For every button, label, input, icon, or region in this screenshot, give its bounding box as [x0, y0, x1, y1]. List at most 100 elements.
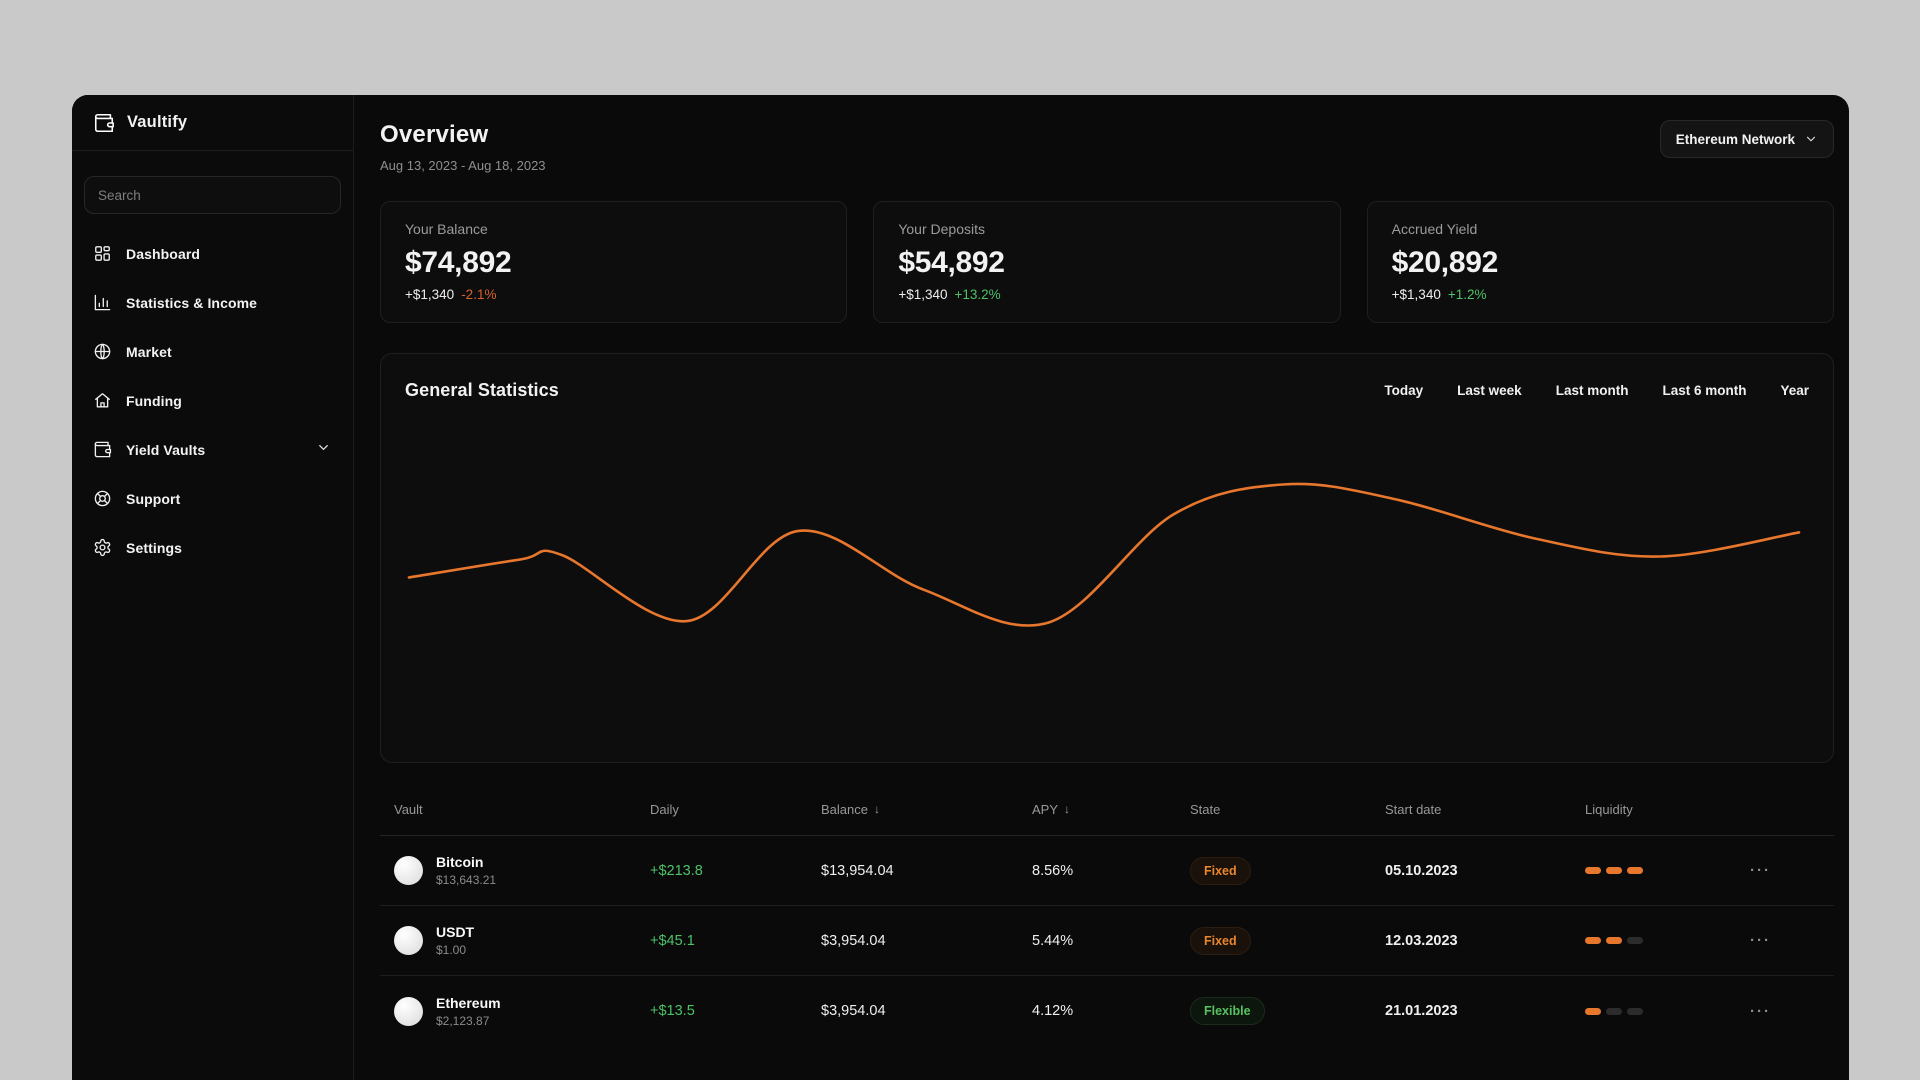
stat-value: $20,892: [1391, 246, 1499, 279]
stat-delta: +$1,340: [405, 287, 455, 302]
apy-value: 8.56%: [1032, 862, 1074, 879]
stat-label: Accrued Yield: [1391, 221, 1478, 237]
sidebar-item-market[interactable]: Market: [72, 327, 353, 376]
column-header-balance[interactable]: Balance ↓: [821, 802, 1032, 817]
asset-price: $2,123.87: [436, 1013, 490, 1028]
asset-name: Ethereum: [436, 994, 501, 1011]
liquidity-indicator: [1585, 1007, 1750, 1015]
stat-card-accrued-yield: Accrued Yield $20,892 +$1,340 +1.2%: [1366, 201, 1834, 323]
filter-year[interactable]: Year: [1780, 383, 1809, 398]
filter-last-6-month[interactable]: Last 6 month: [1662, 383, 1746, 398]
bar-chart-icon: [93, 293, 112, 312]
table-row-usdt[interactable]: USDT $1.00 +$45.1 $3,954.04 5.44% Fixed …: [380, 906, 1834, 976]
globe-icon: [93, 342, 112, 361]
stat-value: $74,892: [405, 246, 512, 279]
daily-change: +$45.1: [650, 932, 695, 949]
life-buoy-icon: [93, 489, 112, 508]
sidebar: Vaultify Dashboard Statistics & Income M…: [72, 95, 354, 1080]
stat-delta: +$1,340: [898, 287, 948, 302]
time-filters: Today Last week Last month Last 6 month …: [1384, 383, 1809, 398]
date-range: Aug 13, 2023 - Aug 18, 2023: [380, 158, 546, 173]
stat-value: $54,892: [898, 246, 1005, 279]
sidebar-item-support[interactable]: Support: [72, 474, 353, 523]
column-header-start-date[interactable]: Start date: [1385, 802, 1585, 817]
asset-avatar: [394, 996, 423, 1026]
column-header-state[interactable]: State: [1190, 802, 1385, 817]
sidebar-item-statistics-income[interactable]: Statistics & Income: [72, 278, 353, 327]
network-selector[interactable]: Ethereum Network: [1659, 120, 1834, 158]
daily-change: +$213.8: [650, 862, 703, 879]
vaults-table: Vault Daily Balance ↓ APY ↓ State Start da…: [380, 783, 1834, 1046]
page-title: Overview: [380, 121, 489, 148]
chevron-down-icon[interactable]: [316, 440, 331, 460]
stat-percent: +13.2%: [954, 287, 1001, 302]
balance-value: $13,954.04: [821, 862, 894, 879]
sort-down-icon: ↓: [1064, 802, 1071, 816]
stat-card-deposits: Your Deposits $54,892 +$1,340 +13.2%: [873, 201, 1341, 323]
wallet-icon: [93, 112, 115, 134]
stat-label: Your Balance: [405, 221, 488, 237]
general-statistics-card: General Statistics Today Last week Last …: [380, 353, 1834, 763]
row-actions-button[interactable]: ···: [1750, 1003, 1771, 1020]
asset-name: USDT: [436, 924, 475, 940]
state-badge: Fixed: [1190, 926, 1251, 955]
sidebar-item-funding[interactable]: Funding: [72, 376, 353, 425]
home-icon: [93, 391, 112, 410]
sidebar-item-label: Dashboard: [126, 245, 201, 262]
sidebar-item-settings[interactable]: Settings: [72, 523, 353, 572]
network-selector-label: Ethereum Network: [1675, 131, 1795, 147]
column-header-vault[interactable]: Vault: [380, 802, 650, 817]
asset-price: $13,643.21: [436, 873, 497, 887]
asset-avatar: [394, 856, 423, 885]
row-actions-button[interactable]: ···: [1750, 932, 1771, 949]
section-title: General Statistics: [405, 380, 559, 400]
start-date: 21.01.2023: [1385, 1003, 1458, 1019]
filter-last-month[interactable]: Last month: [1556, 383, 1629, 398]
sort-down-icon: ↓: [873, 802, 880, 816]
balance-value: $3,954.04: [821, 932, 886, 949]
sidebar-item-label: Settings: [126, 539, 183, 556]
column-header-liquidity[interactable]: Liquidity: [1585, 802, 1750, 817]
stat-cards-row: Your Balance $74,892 +$1,340 -2.1% Your …: [380, 201, 1834, 323]
grid-icon: [93, 244, 112, 263]
liquidity-indicator: [1585, 937, 1750, 944]
chevron-down-icon: [1804, 132, 1818, 146]
balance-value: $3,954.04: [821, 1003, 886, 1019]
filter-last-week[interactable]: Last week: [1457, 383, 1522, 398]
state-badge: Fixed: [1190, 856, 1251, 885]
wallet-icon: [93, 440, 112, 459]
app-logo: Vaultify: [72, 95, 353, 151]
sidebar-item-label: Funding: [126, 392, 182, 409]
gear-icon: [93, 538, 112, 557]
sidebar-item-yield-vaults[interactable]: Yield Vaults: [72, 425, 353, 474]
stat-percent: -2.1%: [461, 287, 497, 302]
row-actions-button[interactable]: ···: [1750, 862, 1771, 879]
sidebar-item-label: Support: [126, 490, 181, 507]
statistics-line-chart: [407, 482, 1801, 627]
filter-today[interactable]: Today: [1384, 383, 1423, 398]
column-header-apy[interactable]: APY ↓: [1032, 802, 1190, 817]
main-content: Overview Aug 13, 2023 - Aug 18, 2023 Eth…: [354, 95, 1849, 1080]
search-input[interactable]: [84, 176, 341, 214]
sidebar-item-label: Statistics & Income: [126, 294, 258, 311]
table-row-bitcoin[interactable]: Bitcoin $13,643.21 +$213.8 $13,954.04 8.…: [380, 836, 1834, 906]
table-row-ethereum[interactable]: Ethereum $2,123.87 +$13.5 $3,954.04 4.12…: [380, 976, 1834, 1046]
daily-change: +$13.5: [650, 1003, 695, 1019]
sidebar-item-label: Market: [126, 343, 172, 360]
stat-label: Your Deposits: [898, 221, 985, 237]
sidebar-item-label: Yield Vaults: [126, 441, 206, 458]
app-window: Vaultify Dashboard Statistics & Income M…: [72, 95, 1849, 1080]
liquidity-indicator: [1585, 867, 1750, 874]
column-header-daily[interactable]: Daily: [650, 802, 821, 817]
asset-avatar: [394, 926, 423, 955]
sidebar-nav: Dashboard Statistics & Income Market Fun…: [72, 229, 353, 572]
sidebar-item-dashboard[interactable]: Dashboard: [72, 229, 353, 278]
stat-delta: +$1,340: [1391, 287, 1441, 302]
stat-card-balance: Your Balance $74,892 +$1,340 -2.1%: [380, 201, 848, 323]
asset-price: $1.00: [436, 943, 467, 957]
start-date: 05.10.2023: [1385, 862, 1458, 879]
stat-percent: +1.2%: [1447, 287, 1487, 302]
asset-name: Bitcoin: [436, 854, 484, 870]
apy-value: 5.44%: [1032, 932, 1074, 949]
state-badge: Flexible: [1190, 997, 1265, 1025]
